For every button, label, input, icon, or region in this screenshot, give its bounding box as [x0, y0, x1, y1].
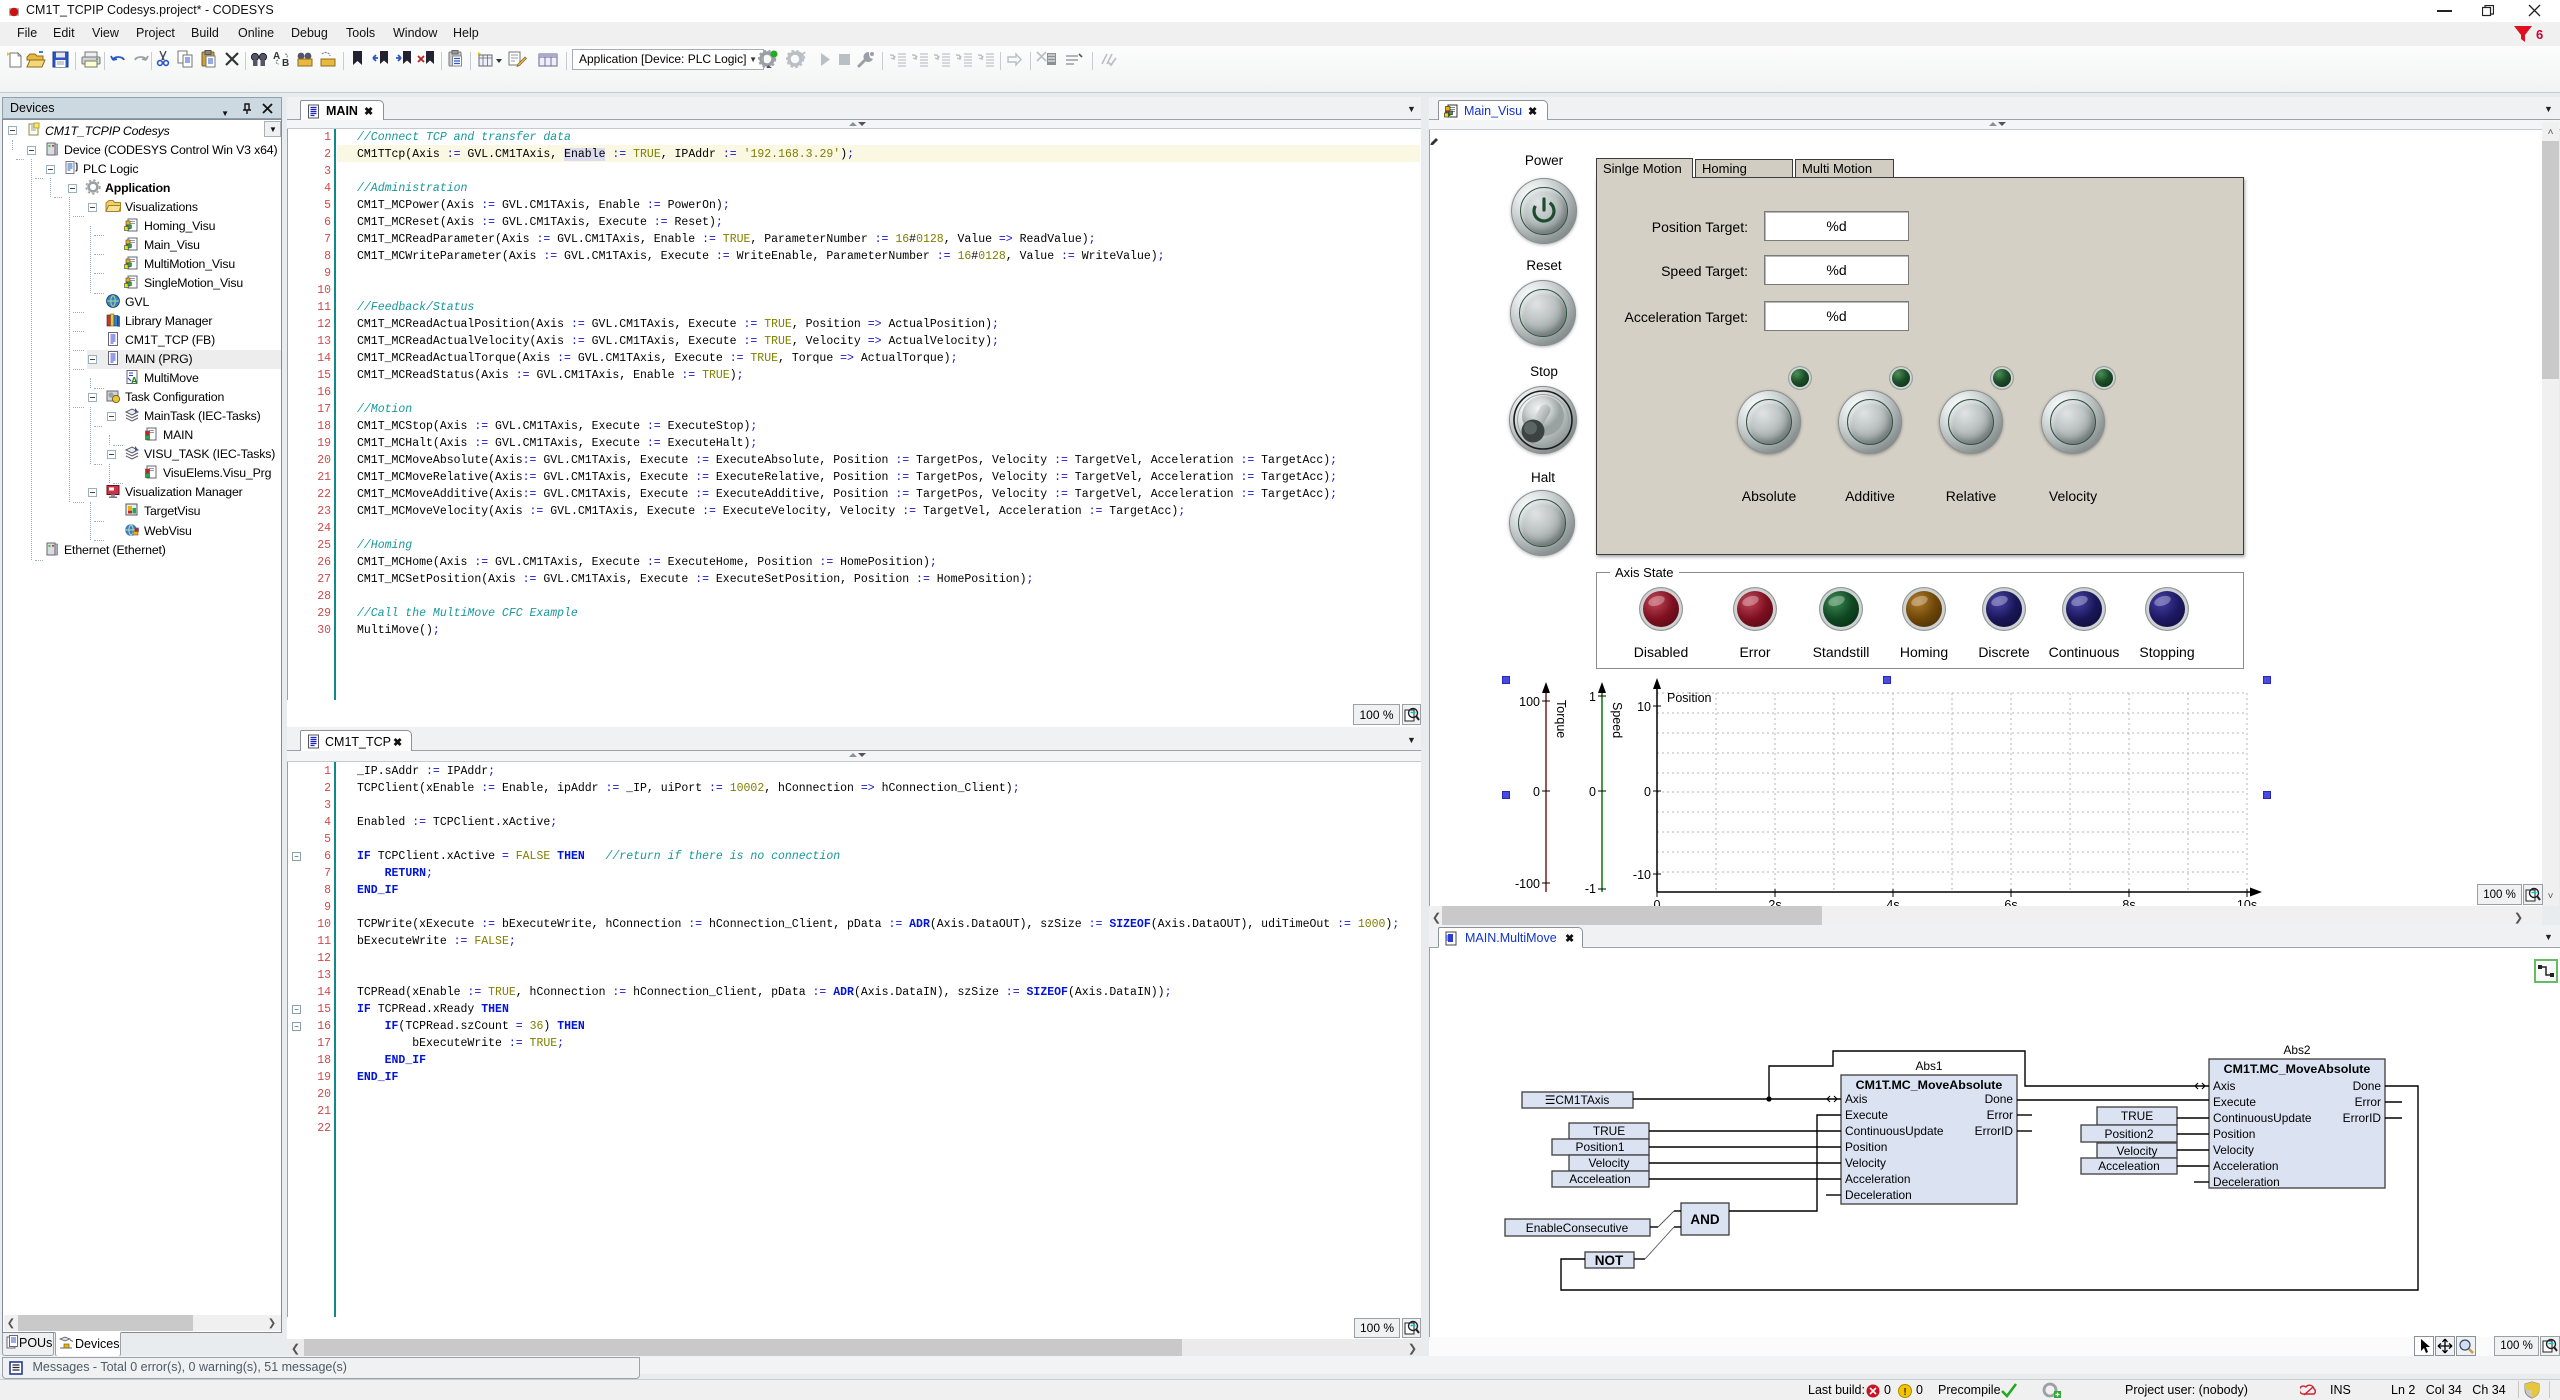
- svg-text:Execute: Execute: [2213, 1095, 2256, 1109]
- svg-text:0: 0: [1644, 785, 1651, 799]
- svg-text:!: !: [1903, 1387, 1906, 1398]
- svg-text:CM1T.MC_MoveAbsolute: CM1T.MC_MoveAbsolute: [2224, 1062, 2371, 1076]
- svg-text:Position1: Position1: [1576, 1140, 1625, 1154]
- svg-text:TRUE: TRUE: [1593, 1124, 1625, 1138]
- svg-text:Position2: Position2: [2105, 1127, 2154, 1141]
- svg-text:Position: Position: [1845, 1140, 1887, 1154]
- svg-text:Velocity: Velocity: [1845, 1156, 1886, 1170]
- svg-text:-10: -10: [1633, 868, 1651, 882]
- svg-text:AND: AND: [1690, 1212, 1719, 1227]
- svg-text:Acceleration: Acceleration: [1845, 1172, 1910, 1186]
- svg-text:ErrorID: ErrorID: [1975, 1124, 2014, 1138]
- svg-text:Error: Error: [1987, 1108, 2013, 1122]
- svg-text:-100: -100: [1515, 877, 1540, 891]
- svg-text:Position: Position: [2213, 1127, 2255, 1141]
- svg-text:Velocity: Velocity: [2117, 1144, 2158, 1158]
- svg-text:-1: -1: [1585, 882, 1596, 896]
- svg-text:1: 1: [1589, 690, 1596, 704]
- svg-text:Error: Error: [2355, 1095, 2381, 1109]
- svg-text:CM1T.MC_MoveAbsolute: CM1T.MC_MoveAbsolute: [1856, 1078, 2003, 1092]
- svg-text:10: 10: [1637, 700, 1651, 714]
- svg-text:☰CM1TAxis: ☰CM1TAxis: [1545, 1093, 1610, 1107]
- svg-text:0: 0: [1589, 785, 1596, 799]
- svg-text:Speed: Speed: [1610, 702, 1624, 738]
- svg-text:Torque: Torque: [1554, 700, 1568, 738]
- svg-text:A: A: [131, 376, 138, 386]
- svg-text:Acceleation: Acceleation: [2098, 1159, 2159, 1173]
- svg-text:Abs1: Abs1: [1915, 1059, 1942, 1073]
- svg-text:6: 6: [2536, 27, 2543, 42]
- svg-text:0: 0: [1533, 785, 1540, 799]
- svg-text:NOT: NOT: [1595, 1253, 1624, 1268]
- svg-text:ContinuousUpdate: ContinuousUpdate: [1845, 1124, 1944, 1138]
- svg-text:EnableConsecutive: EnableConsecutive: [1526, 1221, 1629, 1235]
- svg-text:B: B: [282, 58, 289, 68]
- svg-text:100: 100: [1519, 695, 1540, 709]
- svg-text:Acceleation: Acceleation: [1569, 1172, 1630, 1186]
- svg-text:Done: Done: [1985, 1092, 2014, 1106]
- svg-text:Abs2: Abs2: [2283, 1043, 2310, 1057]
- svg-text:Acceleration: Acceleration: [2213, 1159, 2278, 1173]
- svg-text:Axis: Axis: [1845, 1092, 1868, 1106]
- svg-text:ErrorID: ErrorID: [2343, 1111, 2382, 1125]
- svg-text:TRUE: TRUE: [2121, 1109, 2153, 1123]
- svg-text:Velocity: Velocity: [1589, 1156, 1630, 1170]
- svg-text:Done: Done: [2353, 1079, 2382, 1093]
- svg-text:Deceleration: Deceleration: [1845, 1188, 1912, 1202]
- svg-text:Velocity: Velocity: [2213, 1143, 2254, 1157]
- svg-text:Execute: Execute: [1845, 1108, 1888, 1122]
- svg-text:ContinuousUpdate: ContinuousUpdate: [2213, 1111, 2312, 1125]
- svg-text:Axis: Axis: [2213, 1079, 2236, 1093]
- svg-text:Deceleration: Deceleration: [2213, 1175, 2280, 1189]
- svg-text:Position: Position: [1667, 691, 1712, 705]
